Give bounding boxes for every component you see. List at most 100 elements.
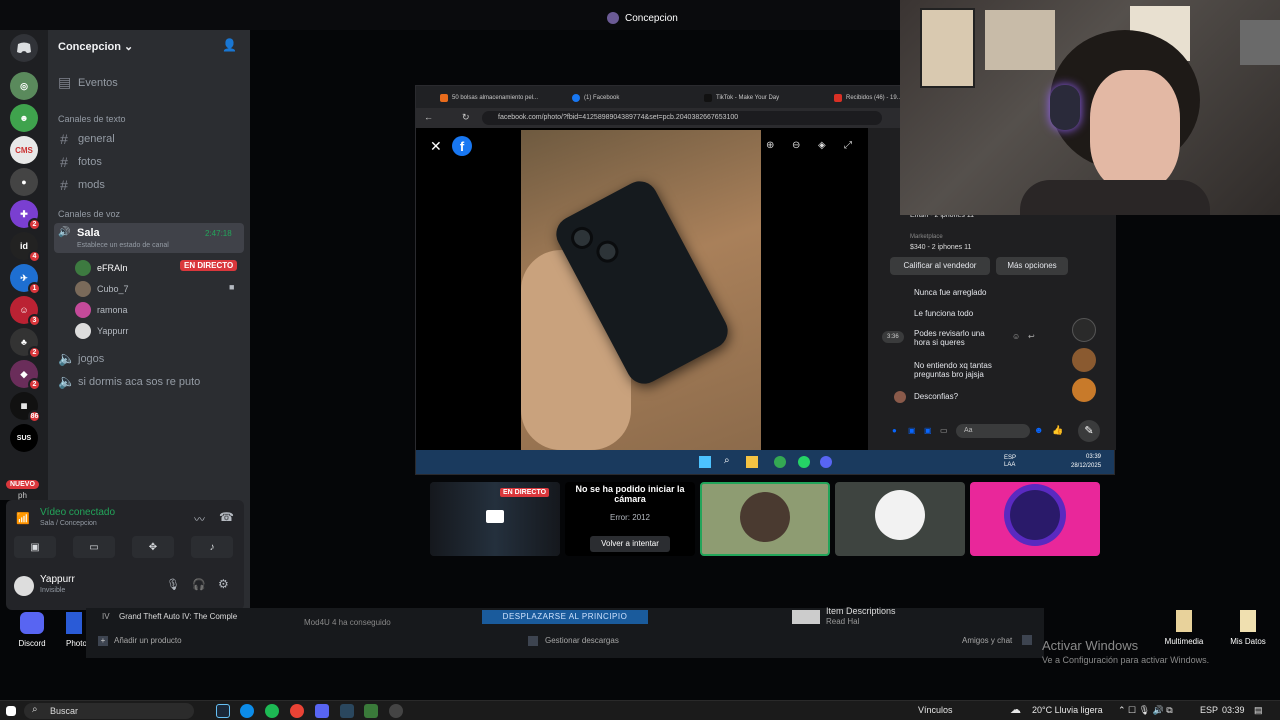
server-icon[interactable]: ☺ 3 — [10, 296, 41, 327]
steam-icon[interactable] — [340, 704, 354, 718]
stream-tile-user[interactable] — [970, 482, 1100, 556]
channel-mods[interactable]: # mods — [58, 177, 105, 193]
rate-seller-button[interactable]: Calificar al vendedor — [890, 257, 990, 275]
server-icon[interactable]: ◎ — [10, 72, 38, 100]
desktop-icon-multimedia[interactable]: Multimedia — [1160, 610, 1208, 646]
tab-item[interactable]: Recibidos (46) - 19... — [834, 90, 902, 106]
mic-icon[interactable]: ● — [892, 426, 897, 435]
avatar[interactable] — [1072, 378, 1096, 402]
back-icon[interactable]: ← — [424, 112, 433, 122]
voice-location[interactable]: Sala / Concepcion — [40, 520, 97, 527]
clock[interactable]: 03:39 — [1222, 705, 1245, 715]
react-icon[interactable]: ☺ — [1012, 332, 1020, 341]
server-icon[interactable]: CMS — [10, 136, 38, 164]
server-name[interactable]: Concepcion ⌄ — [58, 40, 133, 53]
text-category[interactable]: Canales de texto — [58, 114, 126, 124]
soundboard-button[interactable]: ♪ — [191, 536, 233, 558]
app-icon[interactable] — [364, 704, 378, 718]
voice-channel-jogos[interactable]: 🔈 jogos — [58, 350, 104, 367]
emoji-icon[interactable]: ☻ — [1034, 425, 1043, 435]
fullscreen-icon[interactable]: ⤢ — [844, 140, 852, 151]
friends-chat-button[interactable]: Amigos y chat — [962, 636, 1012, 645]
close-icon[interactable]: ✕ — [430, 138, 442, 155]
server-icon[interactable]: SUS — [10, 424, 38, 452]
voice-user[interactable]: Cubo_7 — [75, 281, 129, 297]
search-icon[interactable]: ⌕ — [724, 455, 730, 466]
voice-user[interactable]: eFRAIn — [75, 260, 128, 276]
explorer-icon[interactable] — [746, 456, 758, 468]
tag-icon[interactable]: ◈ — [818, 140, 826, 151]
add-member-icon[interactable]: 👤 — [222, 38, 237, 52]
screen-share-button[interactable]: ▭ — [73, 536, 115, 558]
app-icon[interactable] — [389, 704, 403, 718]
channel-fotos[interactable]: # fotos — [58, 154, 102, 170]
windows-start-icon[interactable] — [699, 456, 711, 468]
reply-icon[interactable]: ↩ — [1028, 332, 1035, 341]
channel-status[interactable]: Establece un estado de canal — [77, 242, 169, 249]
edge-icon[interactable] — [240, 704, 254, 718]
like-icon[interactable]: 👍 — [1052, 425, 1063, 436]
voice-user[interactable]: Yappurr — [75, 323, 128, 339]
whatsapp-icon[interactable] — [798, 456, 810, 468]
voice-channel-other[interactable]: 🔈 si dormis aca sos re puto — [58, 373, 200, 390]
voice-channel-sala[interactable]: 🔊 Sala 2:47:18 Establece un estado de ca… — [54, 223, 244, 253]
reload-icon[interactable]: ↻ — [462, 112, 470, 123]
events-channel[interactable]: ▤ Eventos — [58, 74, 118, 91]
server-icon[interactable]: ♣ 2 — [10, 328, 41, 359]
message-input[interactable]: Aa — [956, 424, 1030, 438]
server-icon[interactable]: id 4 — [10, 232, 41, 263]
headphones-icon[interactable]: 🎧 — [192, 578, 206, 591]
avatar[interactable] — [14, 576, 34, 596]
zoom-out-icon[interactable]: ⊖ — [792, 140, 800, 151]
server-icon[interactable]: ☻ — [10, 104, 38, 132]
desktop-icon-discord[interactable]: Discord — [14, 612, 50, 648]
chrome-icon[interactable] — [290, 704, 304, 718]
notification-icon[interactable]: ▤ — [1254, 705, 1263, 716]
channel-general[interactable]: # general — [58, 131, 115, 147]
gif-icon[interactable]: ▭ — [940, 426, 948, 435]
url-input[interactable]: facebook.com/photo/?fbid=412589890438977… — [482, 111, 882, 125]
desktop-icon-mis-datos[interactable]: Mis Datos — [1224, 610, 1272, 646]
spotify-icon[interactable] — [265, 704, 279, 718]
stream-tile-screen[interactable]: EN DIRECTO — [430, 482, 560, 556]
image-icon[interactable]: ▣ — [908, 426, 916, 435]
links-toolbar[interactable]: Vínculos — [918, 705, 953, 715]
more-options-button[interactable]: Más opciones — [996, 257, 1068, 275]
item-descriptions[interactable]: Item Descriptions — [826, 606, 896, 616]
weather-label[interactable]: 20°C Lluvia ligera — [1032, 705, 1103, 715]
avatar[interactable] — [1072, 348, 1096, 372]
add-product-button[interactable]: Añadir un producto — [114, 636, 182, 645]
server-icon[interactable]: ● — [10, 168, 38, 196]
tab-item[interactable]: (1) Facebook — [572, 90, 619, 106]
tab-item[interactable]: 50 bolsas almacenamiento pel... — [440, 90, 538, 106]
compose-icon[interactable]: ✎ — [1078, 420, 1100, 442]
taskbar-search[interactable]: ⌕ Buscar — [24, 703, 194, 719]
manage-downloads-button[interactable]: Gestionar descargas — [545, 636, 619, 645]
server-icon[interactable]: ✈ 1 — [10, 264, 41, 295]
steam-icon[interactable] — [216, 704, 230, 718]
settings-gear-icon[interactable]: ⚙ — [218, 577, 229, 591]
activities-button[interactable]: ✥ — [132, 536, 174, 558]
noise-suppression-icon[interactable]: 〰 — [194, 511, 205, 527]
discord-home-icon[interactable] — [10, 34, 38, 62]
disconnect-icon[interactable]: ☎ — [219, 510, 234, 524]
discord-icon[interactable] — [820, 456, 832, 468]
tray-icons[interactable]: ⌃ ☐ 🎙 🔊 ⧉ — [1118, 705, 1173, 716]
listing-title[interactable]: $340 - 2 iphones 11 — [910, 244, 971, 251]
camera-off-button[interactable]: ▣ — [14, 536, 56, 558]
friends-icon[interactable] — [1022, 635, 1032, 645]
server-icon[interactable]: ▦ 86 — [10, 392, 41, 423]
sticker-icon[interactable]: ▣ — [924, 426, 932, 435]
windows-start-icon[interactable] — [6, 706, 16, 716]
voice-user[interactable]: ramona — [75, 302, 128, 318]
tab-item[interactable]: TikTok - Make Your Day — [704, 90, 779, 106]
voice-category[interactable]: Canales de voz — [58, 209, 120, 219]
server-icon[interactable]: ✚ 2 — [10, 200, 41, 231]
scroll-top-button[interactable]: DESPLAZARSE AL PRINCIPIO — [482, 610, 648, 624]
language-indicator[interactable]: ESP — [1200, 705, 1218, 715]
microphone-icon[interactable]: 🎙 — [166, 578, 180, 591]
facebook-logo-icon[interactable]: f — [452, 136, 472, 156]
avatar[interactable] — [1072, 318, 1096, 342]
chrome-icon[interactable] — [774, 456, 786, 468]
discord-icon[interactable] — [315, 704, 329, 718]
